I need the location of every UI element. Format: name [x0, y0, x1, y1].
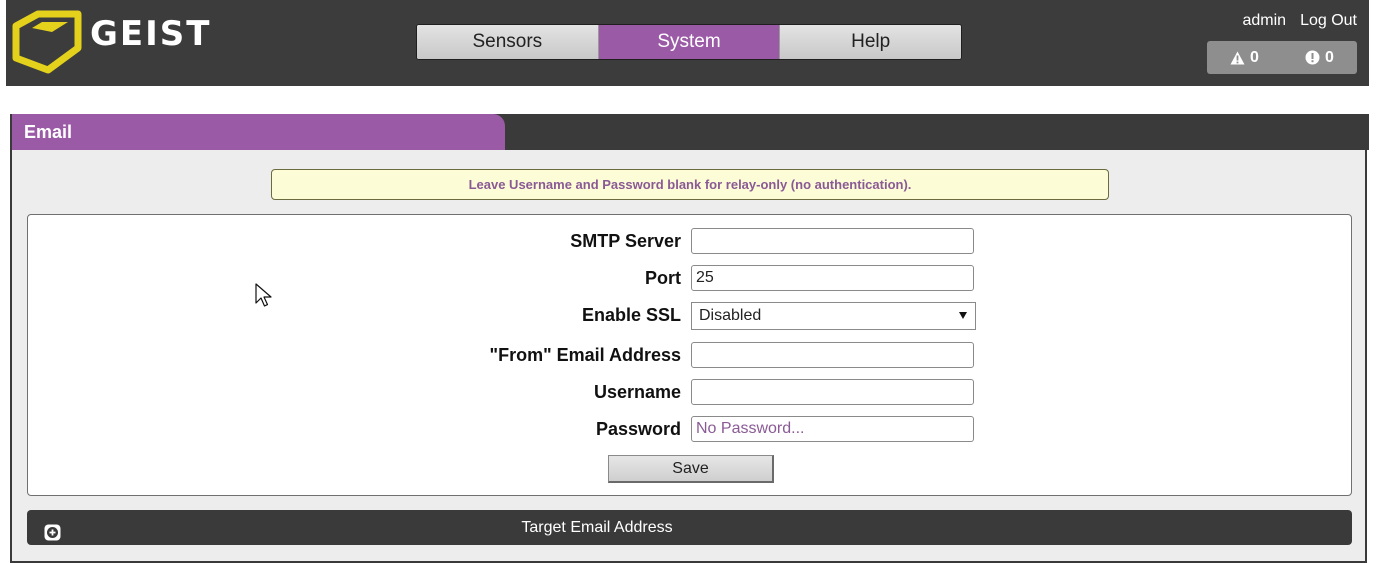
username-link[interactable]: admin [1242, 10, 1286, 32]
enable-ssl-row: Enable SSL Disabled [28, 301, 1351, 330]
from-email-row: "From" Email Address [28, 341, 1351, 369]
smtp-server-row: SMTP Server [28, 227, 1351, 255]
username-label: Username [593, 382, 681, 402]
logout-link[interactable]: Log Out [1300, 10, 1357, 32]
from-email-input[interactable] [691, 342, 974, 368]
user-area: admin Log Out 0 0 [1207, 10, 1357, 74]
dropdown-arrow-icon [959, 312, 967, 319]
from-email-label: "From" Email Address [489, 345, 681, 365]
port-input[interactable] [691, 265, 974, 291]
alarm-summary: 0 0 [1207, 41, 1357, 74]
username-row: Username [28, 378, 1351, 406]
email-panel: Email Leave Username and Password blank … [10, 114, 1369, 563]
exclamation-circle-icon [1305, 50, 1320, 65]
target-email-label: Target Email Address [521, 519, 673, 536]
panel-title: Email [12, 114, 505, 150]
nav-tab-help[interactable]: Help [780, 25, 961, 59]
nav-tab-system[interactable]: System [598, 25, 781, 59]
email-settings-form: SMTP Server Port Enable SSL Disabled "Fr… [27, 214, 1352, 496]
panel-header: Email [12, 114, 1369, 150]
alarms-count: 0 [1325, 48, 1334, 66]
warnings-indicator[interactable]: 0 [1230, 49, 1259, 67]
alarms-indicator[interactable]: 0 [1305, 49, 1334, 67]
password-input[interactable] [691, 416, 974, 442]
nav-tab-sensors[interactable]: Sensors [417, 25, 599, 59]
warnings-count: 0 [1250, 48, 1259, 66]
enable-ssl-value: Disabled [699, 307, 762, 324]
password-row: Password [28, 415, 1351, 443]
smtp-server-input[interactable] [691, 228, 974, 254]
password-label: Password [595, 419, 681, 439]
smtp-server-label: SMTP Server [570, 231, 681, 251]
enable-ssl-select[interactable]: Disabled [691, 302, 976, 330]
logo-text: GEIST [90, 14, 212, 54]
save-button[interactable]: Save [608, 455, 774, 483]
mouse-pointer-icon [255, 283, 273, 314]
username-input[interactable] [691, 379, 974, 405]
relay-notice: Leave Username and Password blank for re… [271, 169, 1109, 200]
port-row: Port [28, 264, 1351, 292]
port-label: Port [645, 268, 681, 288]
top-header: GEIST Sensors System Help admin Log Out … [6, 0, 1369, 86]
geist-logo-icon [8, 8, 86, 78]
enable-ssl-label: Enable SSL [581, 305, 681, 325]
target-email-section-toggle[interactable]: Target Email Address [27, 510, 1352, 545]
warning-triangle-icon [1230, 51, 1245, 65]
main-nav: Sensors System Help [416, 24, 962, 60]
